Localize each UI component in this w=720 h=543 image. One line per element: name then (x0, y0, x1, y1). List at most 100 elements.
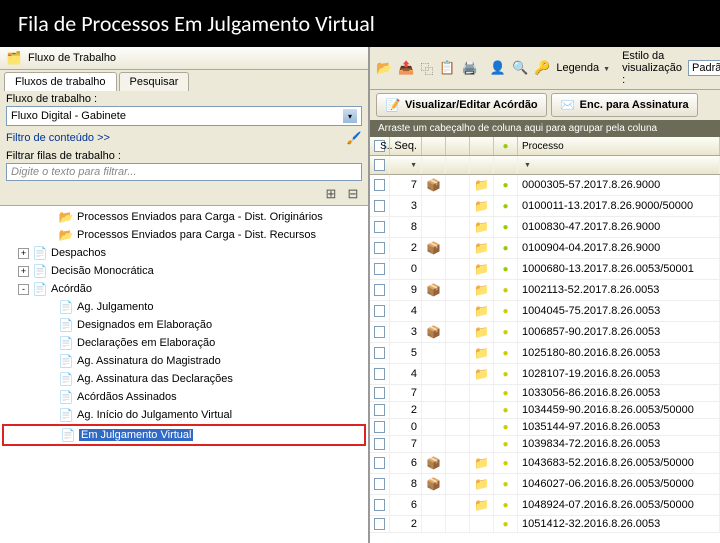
row-checkbox[interactable] (374, 499, 385, 511)
table-row[interactable]: 71039834-72.2016.8.26.0053 (370, 436, 720, 453)
cell-ico3 (470, 385, 494, 401)
table-row[interactable]: 80100830-47.2017.8.26.9000 (370, 217, 720, 238)
filter-seq[interactable] (390, 156, 422, 174)
user-icon[interactable]: 👤 (490, 59, 506, 77)
tree-item[interactable]: Ag. Assinatura das Declarações (2, 370, 366, 388)
table-row[interactable]: 81046027-06.2016.8.26.0053/50000 (370, 474, 720, 495)
collapse-icon[interactable]: ⊟ (344, 185, 362, 203)
tree-item[interactable]: Processos Enviados para Carga - Dist. Or… (2, 208, 366, 226)
table-row[interactable]: 91002113-52.2017.8.26.0053 (370, 280, 720, 301)
tab-pesquisar[interactable]: Pesquisar (119, 72, 190, 91)
tree-item[interactable]: Ag. Início do Julgamento Virtual (2, 406, 366, 424)
tree-item-selected[interactable]: Em Julgamento Virtual (2, 424, 366, 446)
cell-ico1 (422, 453, 446, 473)
tree-item[interactable]: -Acórdão (2, 280, 366, 298)
tree-toggle-icon[interactable]: - (18, 284, 29, 295)
copy-icon[interactable]: ⿻ (420, 59, 433, 77)
row-checkbox[interactable] (374, 518, 385, 530)
key-icon[interactable]: 🔑 (534, 59, 550, 77)
row-checkbox[interactable] (374, 326, 385, 338)
filter-input[interactable]: Digite o texto para filtrar... (6, 163, 362, 181)
group-by-hint[interactable]: Arraste um cabeçalho de coluna aqui para… (370, 120, 720, 137)
cell-seq: 7 (390, 175, 422, 195)
row-checkbox[interactable] (374, 305, 385, 317)
left-panel-header: 🗂️ Fluxo de Trabalho (0, 47, 368, 70)
cell-seq: 0 (390, 259, 422, 279)
export-icon[interactable]: 📤 (398, 59, 414, 77)
status-dot-icon (502, 263, 508, 275)
enc-assinatura-button[interactable]: ✉️ Enc. para Assinatura (551, 93, 698, 117)
cell-seq: 3 (390, 196, 422, 216)
row-checkbox[interactable] (374, 242, 385, 254)
row-checkbox[interactable] (374, 387, 385, 399)
row-checkbox[interactable] (374, 404, 385, 416)
row-checkbox[interactable] (374, 347, 385, 359)
tree-item[interactable]: Declarações em Elaboração (2, 334, 366, 352)
filter-proc[interactable] (518, 156, 720, 174)
filter-check[interactable] (374, 159, 385, 171)
chevron-down-icon: ▾ (343, 109, 357, 123)
tab-fluxos[interactable]: Fluxos de trabalho (4, 72, 117, 91)
row-checkbox[interactable] (374, 263, 385, 275)
table-row[interactable]: 70000305-57.2017.8.26.9000 (370, 175, 720, 196)
row-checkbox[interactable] (374, 457, 385, 469)
filter-flag[interactable] (494, 156, 518, 174)
fluxo-dropdown[interactable]: Fluxo Digital - Gabinete ▾ (6, 106, 362, 126)
tree-item[interactable]: Designados em Elaboração (2, 316, 366, 334)
col-ico3[interactable] (470, 137, 494, 155)
col-flag[interactable] (494, 137, 518, 155)
row-checkbox[interactable] (374, 478, 385, 490)
search-icon[interactable]: 🔍 (512, 59, 528, 77)
open-icon[interactable]: 📂 (376, 59, 392, 77)
cell-processo: 1004045-75.2017.8.26.0053 (518, 301, 720, 321)
visualizar-button[interactable]: 📝 Visualizar/Editar Acórdão (376, 93, 547, 117)
table-row[interactable]: 61048924-07.2016.8.26.0053/50000 (370, 495, 720, 516)
table-row[interactable]: 61043683-52.2016.8.26.0053/50000 (370, 453, 720, 474)
row-checkbox[interactable] (374, 200, 385, 212)
table-row[interactable]: 41004045-75.2017.8.26.0053 (370, 301, 720, 322)
row-checkbox[interactable] (374, 438, 385, 450)
table-row[interactable]: 31006857-90.2017.8.26.0053 (370, 322, 720, 343)
legenda-button[interactable]: Legenda (556, 62, 610, 74)
cell-ico2 (446, 196, 470, 216)
table-row[interactable]: 71033056-86.2016.8.26.0053 (370, 385, 720, 402)
col-processo[interactable]: Processo (518, 137, 720, 155)
tree-toggle-icon[interactable]: + (18, 266, 29, 277)
table-row[interactable]: 01035144-97.2016.8.26.0053 (370, 419, 720, 436)
table-row[interactable]: 51025180-80.2016.8.26.0053 (370, 343, 720, 364)
tree-item[interactable]: Acórdãos Assinados (2, 388, 366, 406)
tree-item[interactable]: Ag. Julgamento (2, 298, 366, 316)
status-dot-icon (502, 221, 508, 233)
cell-flag (494, 280, 518, 300)
print-icon[interactable]: 🖨️ (462, 59, 478, 77)
row-checkbox[interactable] (374, 421, 385, 433)
filter-i1[interactable] (422, 156, 446, 174)
row-checkbox[interactable] (374, 179, 385, 191)
col-ico1[interactable] (422, 137, 446, 155)
filter-i2[interactable] (446, 156, 470, 174)
table-row[interactable]: 30100011-13.2017.8.26.9000/50000 (370, 196, 720, 217)
row-checkbox[interactable] (374, 368, 385, 380)
estilo-dropdown[interactable]: Padrão (688, 60, 720, 76)
table-row[interactable]: 20100904-04.2017.8.26.9000 (370, 238, 720, 259)
filtro-conteudo-link[interactable]: Filtro de conteúdo >> 🖌️ (0, 128, 368, 148)
filter-i3[interactable] (470, 156, 494, 174)
table-row[interactable]: 01000680-13.2017.8.26.0053/50001 (370, 259, 720, 280)
cell-ico1 (422, 474, 446, 494)
tree-toggle-icon[interactable]: + (18, 248, 29, 259)
col-ico2[interactable] (446, 137, 470, 155)
row-checkbox[interactable] (374, 284, 385, 296)
tree-item[interactable]: Ag. Assinatura do Magistrado (2, 352, 366, 370)
tree-item[interactable]: +Despachos (2, 244, 366, 262)
paste-icon[interactable]: 📋 (439, 59, 455, 77)
cell-flag (494, 217, 518, 237)
table-row[interactable]: 21051412-32.2016.8.26.0053 (370, 516, 720, 533)
cell-ico1 (422, 495, 446, 515)
table-row[interactable]: 21034459-90.2016.8.26.0053/50000 (370, 402, 720, 419)
col-seq[interactable]: S.. Seq. (390, 137, 422, 155)
tree-item[interactable]: +Decisão Monocrática (2, 262, 366, 280)
row-checkbox[interactable] (374, 221, 385, 233)
expand-icon[interactable]: ⊞ (322, 185, 340, 203)
tree-item[interactable]: Processos Enviados para Carga - Dist. Re… (2, 226, 366, 244)
table-row[interactable]: 41028107-19.2016.8.26.0053 (370, 364, 720, 385)
